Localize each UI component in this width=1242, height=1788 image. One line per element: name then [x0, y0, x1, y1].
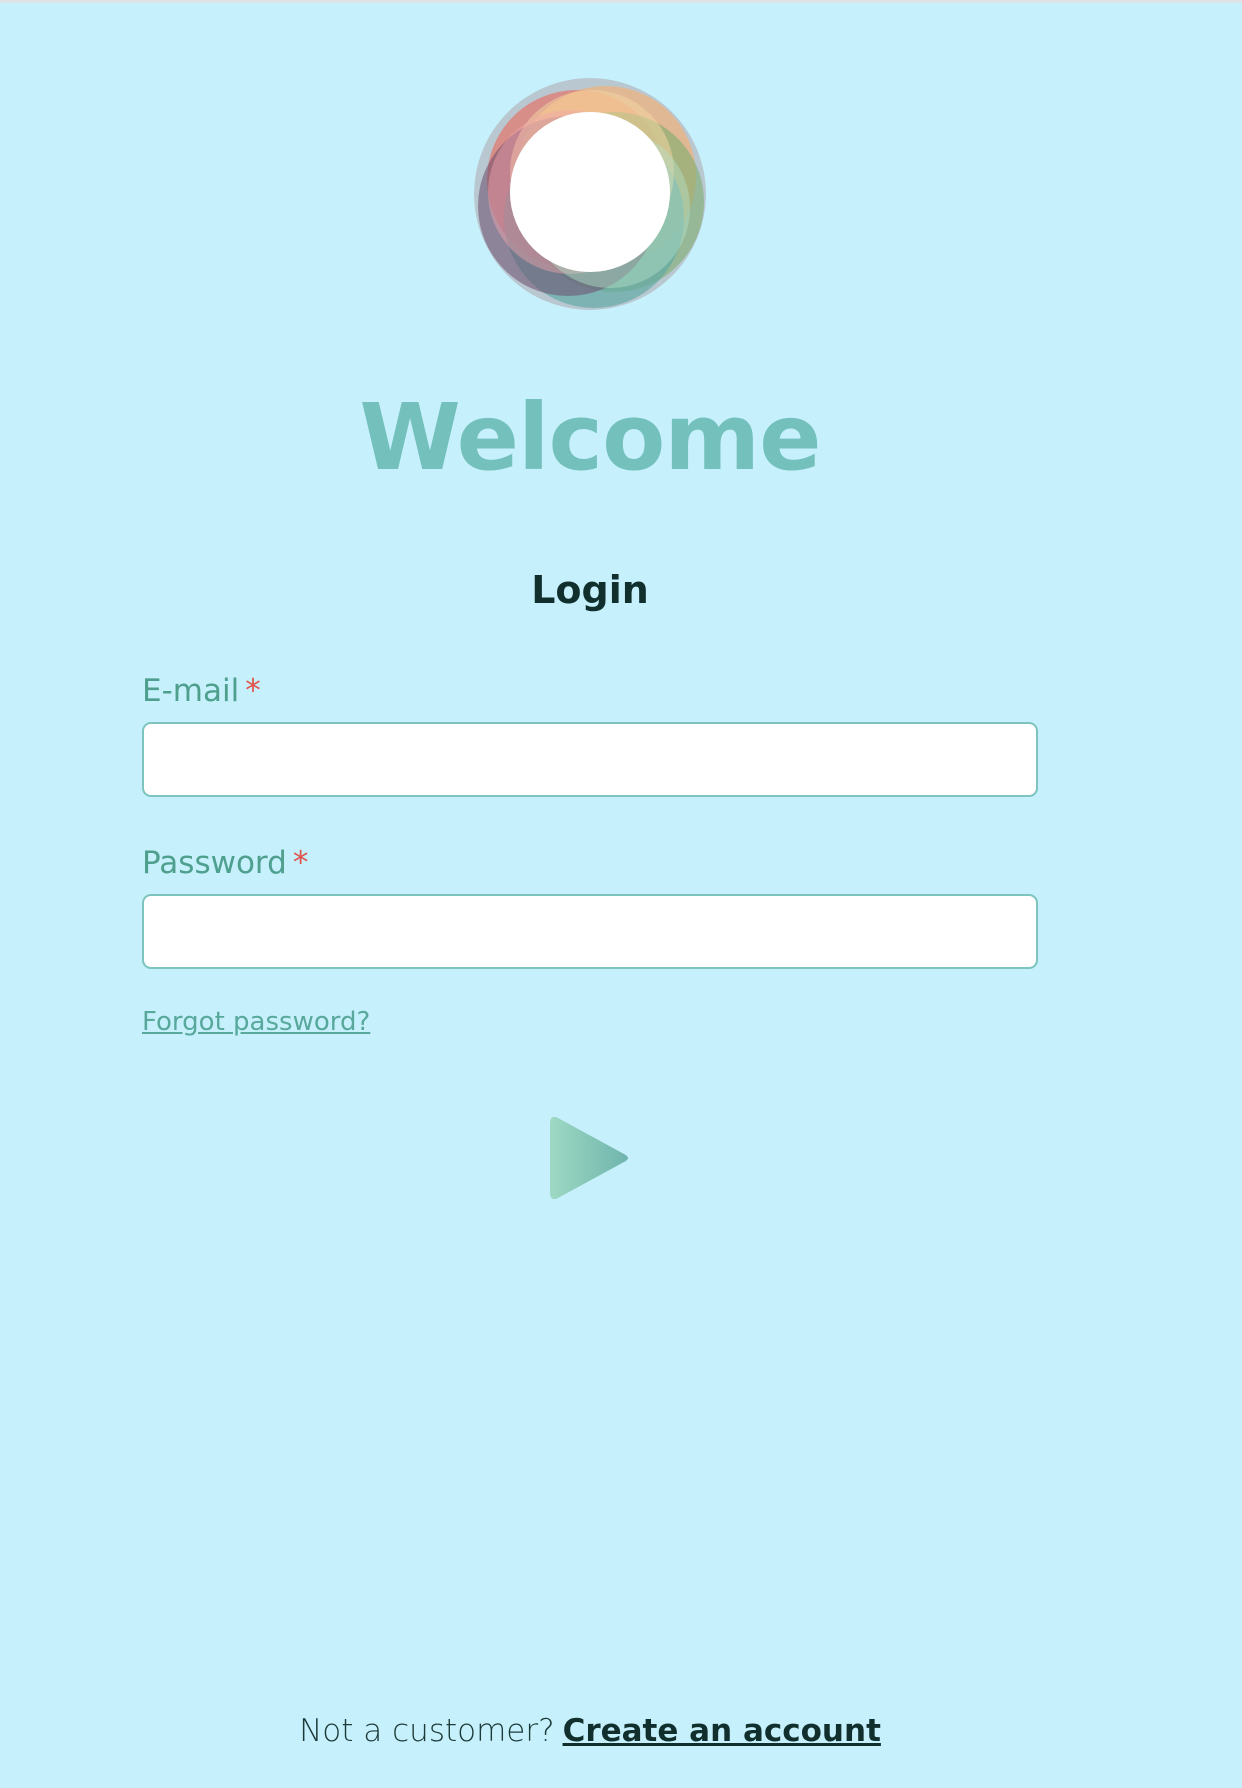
email-field[interactable]	[142, 722, 1038, 797]
password-label-text: Password	[142, 845, 287, 881]
welcome-title: Welcome	[359, 384, 821, 491]
signup-prompt-text: Not a customer?	[299, 1713, 555, 1749]
forgot-password-link[interactable]: Forgot password?	[142, 1004, 370, 1040]
password-field[interactable]	[142, 894, 1038, 969]
signup-prompt: Not a customer? Create an account	[0, 1710, 1180, 1752]
play-arrow-icon	[548, 1112, 632, 1204]
required-marker: *	[292, 845, 309, 881]
top-divider	[0, 0, 1242, 3]
create-account-link[interactable]: Create an account	[563, 1713, 881, 1749]
password-label: Password *	[142, 843, 308, 883]
email-label-text: E-mail	[142, 673, 240, 709]
login-submit-button[interactable]	[548, 1112, 632, 1204]
flower-ring-logo-icon	[472, 76, 708, 312]
email-label: E-mail *	[142, 671, 261, 711]
login-heading: Login	[531, 568, 649, 612]
required-marker: *	[245, 673, 261, 709]
